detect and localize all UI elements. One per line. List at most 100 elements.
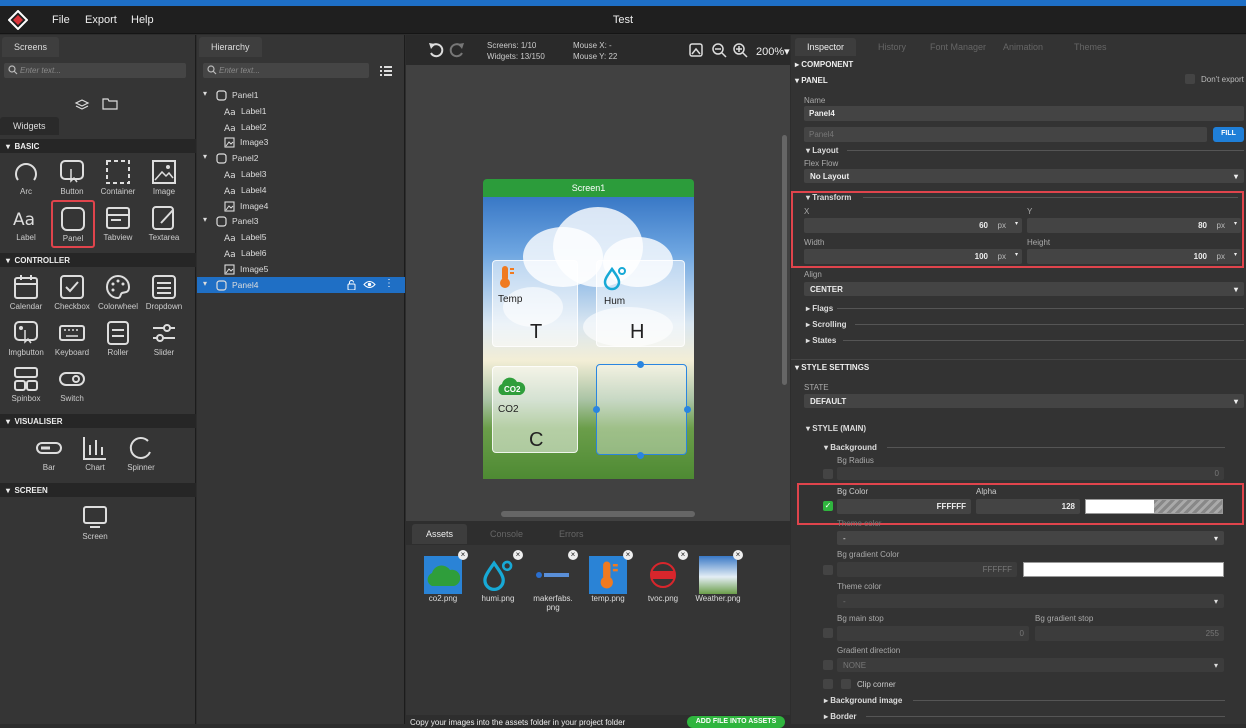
hierarchy-row[interactable]: Image4 xyxy=(197,198,405,214)
scrolling-section[interactable]: ▸ Scrolling xyxy=(806,320,846,329)
tab-themes[interactable]: Themes xyxy=(1062,38,1119,56)
hierarchy-row[interactable]: Image5 xyxy=(197,261,405,277)
border-section[interactable]: ▸ Border xyxy=(824,712,856,721)
hierarchy-row[interactable]: Aa Label1 xyxy=(197,103,405,119)
component-section[interactable]: ▸ COMPONENT xyxy=(791,57,1246,71)
widget-spinbox[interactable]: Spinbox xyxy=(4,362,48,408)
panel-co2[interactable]: CO2 CO2 C xyxy=(492,366,578,453)
widget-screen[interactable]: Screen xyxy=(73,500,117,546)
hierarchy-row[interactable]: ▾ Panel1 xyxy=(197,87,405,103)
widget-container[interactable]: Container xyxy=(96,155,140,201)
widget-chart[interactable]: Chart xyxy=(73,431,117,477)
width-input[interactable]: 100 px ▾ xyxy=(804,249,1022,264)
widget-colorwheel[interactable]: Colorwheel xyxy=(96,270,140,316)
canvas-horizontal-scrollbar[interactable] xyxy=(501,511,695,517)
remove-asset-icon[interactable]: × xyxy=(623,550,633,560)
resize-handle-top[interactable] xyxy=(637,361,644,368)
widget-checkbox[interactable]: Checkbox xyxy=(50,270,94,316)
tab-history[interactable]: History xyxy=(866,38,918,56)
bg-color-input[interactable]: FFFFFF xyxy=(837,499,971,514)
hierarchy-search-input[interactable]: Enter text... xyxy=(203,63,369,78)
style-settings-section[interactable]: ▾ STYLE SETTINGS xyxy=(791,359,1246,373)
zoom-in-icon[interactable] xyxy=(733,43,748,58)
tab-assets[interactable]: Assets xyxy=(412,524,468,544)
panel-section[interactable]: ▾ PANEL xyxy=(791,73,1246,87)
redo-icon[interactable] xyxy=(449,42,465,58)
add-file-button[interactable]: ADD FILE INTO ASSETS xyxy=(687,716,785,728)
flags-section[interactable]: ▸ Flags xyxy=(806,304,833,313)
bg-main-stop-input[interactable]: 0 xyxy=(837,626,1029,641)
widget-imgbutton[interactable]: Imgbutton xyxy=(4,316,48,362)
states-section[interactable]: ▸ States xyxy=(806,336,836,345)
widget-bar[interactable]: Bar xyxy=(27,431,71,477)
y-input[interactable]: 80 px ▾ xyxy=(1027,218,1241,233)
dont-export-checkbox[interactable] xyxy=(1185,74,1195,84)
remove-asset-icon[interactable]: × xyxy=(458,550,468,560)
hierarchy-row[interactable]: Image3 xyxy=(197,134,405,150)
resize-handle-bottom[interactable] xyxy=(637,452,644,459)
expand-arrow-icon[interactable]: ▾ xyxy=(203,89,207,98)
bg-color-swatch[interactable] xyxy=(1085,499,1223,514)
bg-image-section[interactable]: ▸ Background image xyxy=(824,696,902,705)
tab-inspector[interactable]: Inspector xyxy=(795,38,857,56)
expand-arrow-icon[interactable]: ▾ xyxy=(203,152,207,161)
align-dropdown[interactable]: CENTER ▾ xyxy=(804,282,1244,296)
hierarchy-row[interactable]: ▾ Panel3 xyxy=(197,213,405,229)
asset-co2[interactable]: × co2.png xyxy=(418,550,468,603)
widget-panel[interactable]: Panel xyxy=(51,200,95,248)
tab-console[interactable]: Console xyxy=(476,524,537,544)
remove-asset-icon[interactable]: × xyxy=(678,550,688,560)
bg-grad-stop-input[interactable]: 255 xyxy=(1035,626,1224,641)
bg-gradient-swatch[interactable] xyxy=(1023,562,1224,577)
widget-roller[interactable]: Roller xyxy=(96,316,140,362)
hierarchy-row[interactable]: Aa Label4 xyxy=(197,182,405,198)
undo-icon[interactable] xyxy=(428,42,444,58)
bg-gradient-checkbox[interactable] xyxy=(823,565,833,575)
style-main-section[interactable]: ▾ STYLE (MAIN) xyxy=(806,424,866,433)
grad-dir-checkbox[interactable] xyxy=(823,660,833,670)
widget-calendar[interactable]: Calendar xyxy=(4,270,48,316)
asset-tvoc[interactable]: × tvoc.png xyxy=(638,550,688,603)
hierarchy-row[interactable]: Aa Label3 xyxy=(197,166,405,182)
grad-dir-dropdown[interactable]: NONE ▾ xyxy=(837,658,1224,672)
section-controller[interactable]: ▾ CONTROLLER xyxy=(0,253,196,267)
remove-asset-icon[interactable]: × xyxy=(733,550,743,560)
widget-dropdown[interactable]: Dropdown xyxy=(142,270,186,316)
zoom-out-icon[interactable] xyxy=(712,43,727,58)
tab-screens[interactable]: Screens xyxy=(2,37,60,57)
widget-slider[interactable]: Slider xyxy=(142,316,186,362)
list-view-icon[interactable] xyxy=(380,66,392,76)
transform-section[interactable]: ▾ Transform xyxy=(806,193,851,202)
clip-corner-checkbox[interactable] xyxy=(841,679,851,689)
screens-search-input[interactable]: Enter text... xyxy=(4,63,186,78)
widget-tabview[interactable]: Tabview xyxy=(96,201,140,247)
widget-image[interactable]: Image xyxy=(142,155,186,201)
eye-icon[interactable] xyxy=(363,280,376,289)
asset-makerfabs[interactable]: × makerfabs.png xyxy=(528,550,578,612)
alpha-input[interactable]: 128 xyxy=(976,499,1080,514)
hierarchy-row[interactable]: Aa Label2 xyxy=(197,119,405,135)
widget-keyboard[interactable]: Keyboard xyxy=(50,316,94,362)
flex-flow-dropdown[interactable]: No Layout ▾ xyxy=(804,169,1244,183)
hierarchy-row[interactable]: Aa Label6 xyxy=(197,245,405,261)
clip-corner-toggle[interactable] xyxy=(823,679,833,689)
remove-asset-icon[interactable]: × xyxy=(513,550,523,560)
tab-font-manager[interactable]: Font Manager xyxy=(918,38,998,56)
more-options-icon[interactable]: ⋮ xyxy=(384,278,394,289)
asset-temp[interactable]: × temp.png xyxy=(583,550,633,603)
widget-button[interactable]: Button xyxy=(50,155,94,201)
theme-color-dropdown[interactable]: - ▾ xyxy=(837,531,1224,545)
widget-label[interactable]: Aa Label xyxy=(4,201,48,247)
tab-hierarchy[interactable]: Hierarchy xyxy=(199,37,262,57)
name-placeholder-input[interactable]: Panel4 xyxy=(804,127,1207,142)
bg-main-stop-checkbox[interactable] xyxy=(823,628,833,638)
widget-spinner[interactable]: Spinner xyxy=(119,431,163,477)
tab-animation[interactable]: Animation xyxy=(991,38,1055,56)
bg-color-checkbox[interactable]: ✓ xyxy=(823,501,833,511)
name-input[interactable]: Panel4 xyxy=(804,106,1244,121)
theme-color2-dropdown[interactable]: - ▾ xyxy=(837,594,1224,608)
state-dropdown[interactable]: DEFAULT ▾ xyxy=(804,394,1244,408)
section-basic[interactable]: ▾ BASIC xyxy=(0,139,196,153)
lock-icon[interactable] xyxy=(347,279,356,290)
widget-textarea[interactable]: Textarea xyxy=(142,201,186,247)
